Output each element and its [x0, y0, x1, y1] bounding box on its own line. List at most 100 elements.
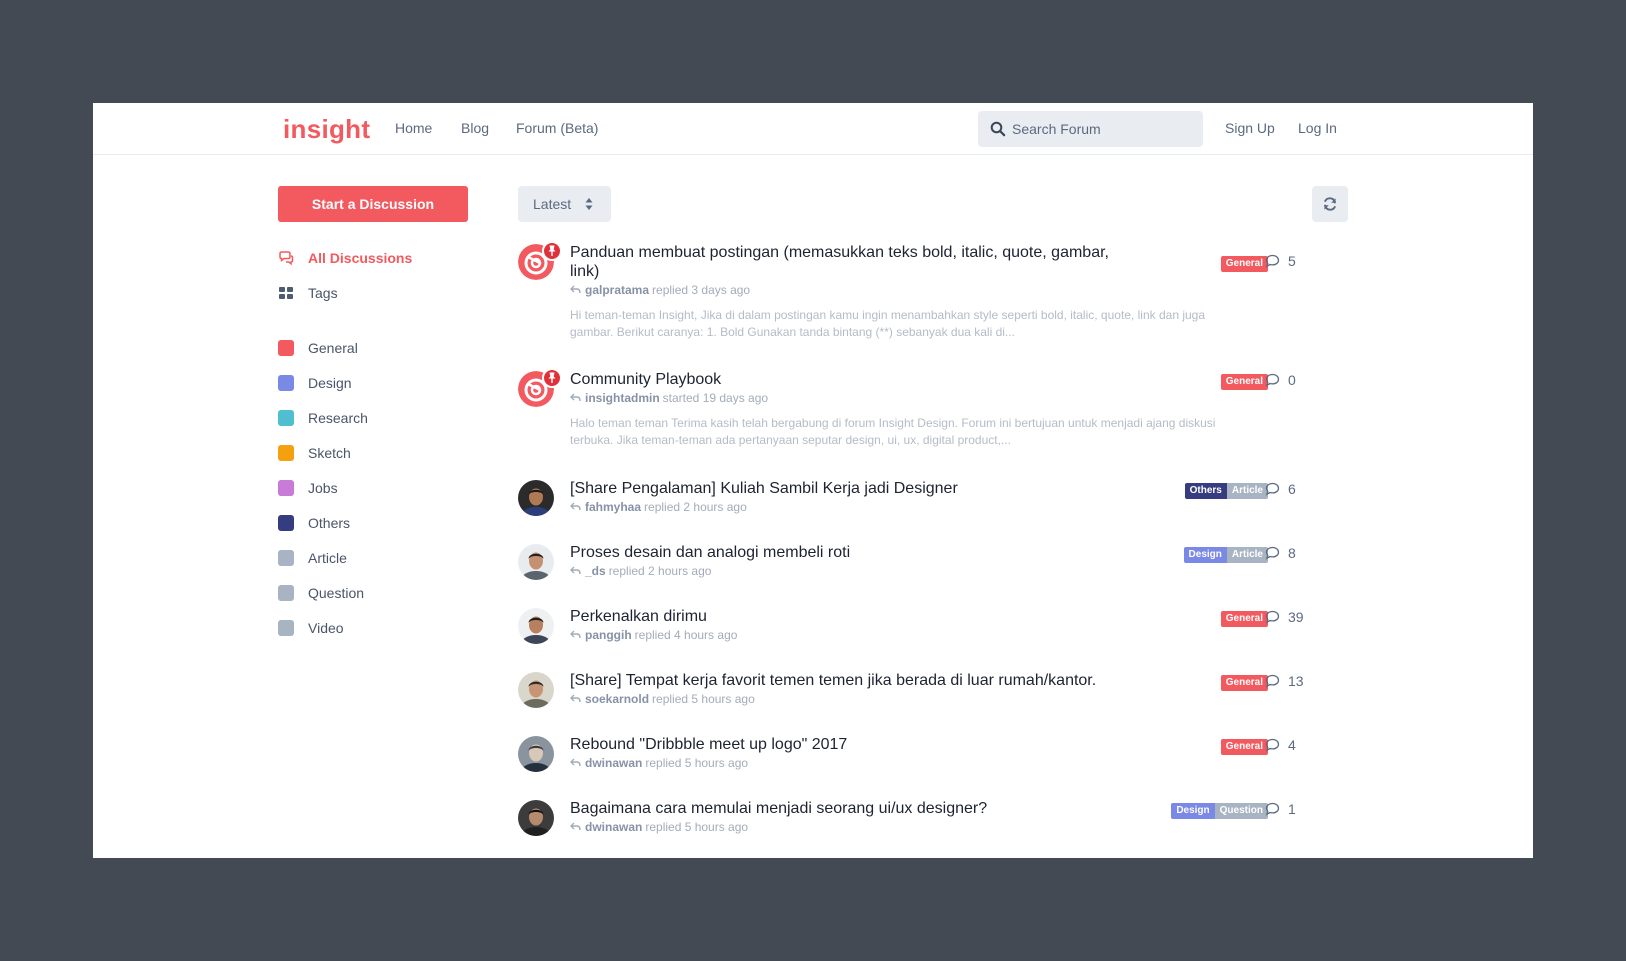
search-input[interactable]	[1012, 111, 1197, 147]
sidebar-item-article[interactable]: Article	[278, 548, 347, 568]
sidebar-item-question[interactable]: Question	[278, 583, 364, 603]
reply-icon	[570, 630, 581, 639]
tag-badge-design[interactable]: Design	[1183, 547, 1227, 563]
username-link[interactable]: insightadmin	[585, 391, 660, 405]
discussion-meta: dwinawan replied 5 hours ago	[570, 820, 748, 834]
tag-badge-general[interactable]: General	[1220, 374, 1268, 390]
sidebar-item-video[interactable]: Video	[278, 618, 344, 638]
sidebar-item-label: General	[308, 340, 358, 356]
activity-time: replied 2 hours ago	[644, 500, 747, 514]
reply-icon	[570, 502, 581, 511]
tag-color-swatch	[278, 340, 294, 356]
logo[interactable]: insight	[283, 114, 370, 145]
discussion-title[interactable]: Perkenalkan dirimu	[570, 607, 1110, 626]
sidebar-item-general[interactable]: General	[278, 338, 358, 358]
discussion-title[interactable]: Panduan membuat postingan (memasukkan te…	[570, 243, 1110, 281]
sort-dropdown[interactable]: Latest	[518, 186, 611, 222]
tag-badge-general[interactable]: General	[1220, 256, 1268, 272]
discussion-title[interactable]: Bagaimana cara memulai menjadi seorang u…	[570, 799, 1110, 818]
discussion-meta: _ds replied 2 hours ago	[570, 564, 711, 578]
reply-count: 5	[1265, 253, 1296, 269]
username-link[interactable]: dwinawan	[585, 756, 642, 770]
user-avatar[interactable]	[518, 800, 554, 836]
discussion-title[interactable]: Proses desain dan analogi membeli roti	[570, 543, 1110, 562]
discussion-title[interactable]: [Share Pengalaman] Kuliah Sambil Kerja j…	[570, 479, 1110, 498]
refresh-button[interactable]	[1312, 186, 1348, 222]
chat-bubbles-icon	[279, 251, 294, 266]
reply-icon	[570, 822, 581, 831]
user-avatar[interactable]	[518, 544, 554, 580]
username-link[interactable]: galpratama	[585, 283, 649, 297]
reply-count-value: 39	[1288, 609, 1304, 625]
discussion-title[interactable]: [Share] Tempat kerja favorit temen temen…	[570, 671, 1110, 690]
user-avatar[interactable]	[518, 480, 554, 516]
search-icon	[990, 121, 1006, 137]
tag-badge-general[interactable]: General	[1220, 675, 1268, 691]
discussion-meta: dwinawan replied 5 hours ago	[570, 756, 748, 770]
tag-color-swatch	[278, 550, 294, 566]
reply-count-value: 8	[1288, 545, 1296, 561]
discussion-meta: galpratama replied 3 days ago	[570, 283, 750, 297]
nav-forum[interactable]: Forum (Beta)	[516, 120, 598, 136]
app-window: insight Home Blog Forum (Beta) Sign Up L…	[93, 103, 1533, 858]
tag-badge-others[interactable]: Others	[1184, 483, 1227, 499]
nav-home[interactable]: Home	[395, 120, 432, 136]
sidebar-item-design[interactable]: Design	[278, 373, 352, 393]
username-link[interactable]: soekarnold	[585, 692, 649, 706]
tag-badge-general[interactable]: General	[1220, 611, 1268, 627]
username-link[interactable]: _ds	[585, 564, 606, 578]
sidebar-item-all-discussions[interactable]: All Discussions	[278, 248, 412, 268]
tag-badges: General	[1220, 374, 1268, 390]
comment-icon	[1265, 254, 1280, 268]
login-link[interactable]: Log In	[1298, 120, 1337, 136]
tag-color-swatch	[278, 410, 294, 426]
search-box[interactable]	[978, 111, 1203, 147]
tag-badge-article[interactable]: Article	[1226, 547, 1268, 563]
sidebar-item-label: All Discussions	[308, 250, 413, 266]
tag-badge-article[interactable]: Article	[1226, 483, 1268, 499]
comment-icon	[1265, 674, 1280, 688]
sidebar-item-label: Sketch	[308, 445, 351, 461]
discussion-meta: fahmyhaa replied 2 hours ago	[570, 500, 747, 514]
sidebar-item-label: Article	[308, 550, 347, 566]
reply-count: 13	[1265, 673, 1304, 689]
discussion-excerpt: Hi teman-teman Insight, Jika di dalam po…	[570, 308, 1206, 339]
discussion-title[interactable]: Community Playbook	[570, 370, 1110, 389]
tag-badges: General	[1220, 611, 1268, 627]
user-avatar[interactable]	[518, 672, 554, 708]
sidebar-item-research[interactable]: Research	[278, 408, 368, 428]
signup-link[interactable]: Sign Up	[1225, 120, 1275, 136]
reply-count: 8	[1265, 545, 1296, 561]
reply-count-value: 5	[1288, 253, 1296, 269]
reply-icon	[570, 758, 581, 767]
sidebar-item-tags[interactable]: Tags	[278, 283, 338, 303]
username-link[interactable]: dwinawan	[585, 820, 642, 834]
sidebar-item-others[interactable]: Others	[278, 513, 350, 533]
sidebar-item-label: Jobs	[308, 480, 338, 496]
reply-count-value: 4	[1288, 737, 1296, 753]
discussion-excerpt: Halo teman teman Terima kasih telah berg…	[570, 416, 1216, 447]
reply-count: 4	[1265, 737, 1296, 753]
reply-icon	[570, 393, 581, 402]
sidebar-item-jobs[interactable]: Jobs	[278, 478, 338, 498]
tag-badge-question[interactable]: Question	[1214, 803, 1268, 819]
reply-count-value: 1	[1288, 801, 1296, 817]
user-avatar[interactable]	[518, 736, 554, 772]
top-navbar: insight Home Blog Forum (Beta) Sign Up L…	[93, 103, 1533, 155]
nav-blog[interactable]: Blog	[461, 120, 489, 136]
comment-icon	[1265, 373, 1280, 387]
activity-time: replied 2 hours ago	[608, 564, 712, 578]
tag-color-swatch	[278, 585, 294, 601]
discussion-title[interactable]: Rebound "Dribbble meet up logo" 2017	[570, 735, 1110, 754]
tag-badge-design[interactable]: Design	[1171, 803, 1215, 819]
tag-badges: Design Question	[1171, 803, 1268, 819]
activity-time: replied 5 hours ago	[652, 692, 755, 706]
comment-icon	[1265, 546, 1280, 560]
tag-badge-general[interactable]: General	[1220, 739, 1268, 755]
username-link[interactable]: panggih	[585, 628, 632, 642]
reply-count: 0	[1265, 372, 1296, 388]
user-avatar[interactable]	[518, 608, 554, 644]
username-link[interactable]: fahmyhaa	[585, 500, 641, 514]
sidebar-item-sketch[interactable]: Sketch	[278, 443, 351, 463]
start-discussion-button[interactable]: Start a Discussion	[278, 186, 468, 222]
